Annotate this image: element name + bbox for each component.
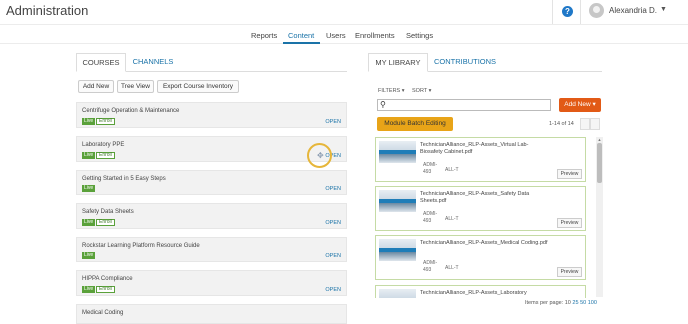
- scroll-up-icon[interactable]: ▲: [596, 137, 603, 142]
- chevron-down-icon[interactable]: ▼: [660, 6, 667, 13]
- result-range: 1-14 of 14: [549, 121, 574, 127]
- search-box: ⚲: [377, 99, 551, 111]
- items-per-page-25[interactable]: 25: [572, 300, 578, 306]
- course-title: Medical Coding: [82, 310, 124, 316]
- cursor-highlight: ✥: [307, 143, 332, 168]
- open-link[interactable]: OPEN: [325, 186, 341, 192]
- live-badge: Live: [82, 152, 96, 159]
- card-tag: ALL-T: [445, 265, 459, 271]
- card-tag: ALL-T: [445, 216, 459, 222]
- document-thumbnail: [379, 141, 416, 163]
- card-title: TechnicianAlliance_RLP-Assets_Laboratory: [420, 290, 527, 296]
- open-link[interactable]: OPEN: [325, 119, 341, 125]
- tab-my-library[interactable]: MY LIBRARY: [368, 53, 428, 72]
- nav-enrollments[interactable]: Enrollments: [355, 31, 395, 40]
- items-per-page-50[interactable]: 50: [580, 300, 586, 306]
- export-inventory-button[interactable]: Export Course Inventory: [157, 80, 239, 93]
- card-title: TechnicianAlliance_RLP-Assets_Safety Dat…: [420, 191, 530, 204]
- enroll-badge: Enroll: [96, 219, 115, 226]
- user-name[interactable]: Alexandria D.: [609, 6, 657, 15]
- search-icon: ⚲: [380, 100, 386, 109]
- library-add-new-button[interactable]: Add New ▾: [559, 98, 601, 112]
- main-nav: Reports Content Users Enrollments Settin…: [0, 24, 688, 44]
- open-link[interactable]: OPEN: [325, 287, 341, 293]
- course-item[interactable]: Getting Started in 5 Easy Steps Live OPE…: [76, 170, 347, 195]
- enroll-badge: Enroll: [96, 118, 115, 125]
- course-item[interactable]: HIPPA Compliance Live Enroll OPEN: [76, 270, 347, 296]
- card-title: TechnicianAlliance_RLP-Assets_Medical Co…: [420, 240, 548, 246]
- module-batch-editing-button[interactable]: Module Batch Editing: [377, 117, 453, 131]
- preview-button[interactable]: Preview: [557, 267, 582, 277]
- card-tag: ALL-T: [445, 167, 459, 173]
- course-item[interactable]: Medical Coding: [76, 304, 347, 324]
- live-badge: Live: [82, 219, 96, 226]
- preview-button[interactable]: Preview: [557, 218, 582, 228]
- live-badge: Live: [82, 118, 96, 125]
- open-link[interactable]: OPEN: [325, 220, 341, 226]
- card-owner: ADMI- 493: [423, 162, 438, 175]
- add-new-button[interactable]: Add New: [78, 80, 114, 93]
- pager-next-button[interactable]: [590, 118, 600, 130]
- filters-toggle[interactable]: FILTERS ▾: [378, 88, 405, 94]
- library-scrollbar[interactable]: ▲: [596, 137, 603, 297]
- course-item[interactable]: Safety Data Sheets Live Enroll OPEN: [76, 203, 347, 229]
- divider: [580, 0, 581, 24]
- document-thumbnail: [379, 190, 416, 212]
- nav-settings[interactable]: Settings: [406, 31, 433, 40]
- tab-courses[interactable]: COURSES: [76, 53, 126, 72]
- course-title: Getting Started in 5 Easy Steps: [82, 176, 166, 182]
- tab-channels[interactable]: CHANNELS: [128, 53, 178, 72]
- preview-button[interactable]: Preview: [557, 169, 582, 179]
- help-icon[interactable]: ?: [562, 6, 573, 17]
- nav-users[interactable]: Users: [326, 31, 346, 40]
- course-title: HIPPA Compliance: [82, 276, 133, 282]
- pager-prev-button[interactable]: [580, 118, 590, 130]
- sort-toggle[interactable]: SORT ▾: [412, 88, 431, 94]
- live-badge: Live: [82, 286, 96, 293]
- scroll-thumb[interactable]: [597, 143, 602, 183]
- nav-reports[interactable]: Reports: [251, 31, 277, 40]
- tree-view-button[interactable]: Tree View: [117, 80, 154, 93]
- live-badge: Live: [82, 185, 96, 192]
- app-title: Administration: [6, 3, 89, 18]
- nav-active-indicator: [283, 42, 320, 44]
- open-link[interactable]: OPEN: [325, 253, 341, 259]
- right-tabbar: MY LIBRARY CONTRIBUTIONS: [368, 53, 602, 72]
- course-title: Centrifuge Operation & Maintenance: [82, 108, 180, 114]
- library-card[interactable]: TechnicianAlliance_RLP-Assets_Laboratory: [375, 285, 586, 298]
- items-per-page-label: Items per page:: [525, 300, 564, 306]
- document-thumbnail: [379, 289, 416, 298]
- library-card[interactable]: TechnicianAlliance_RLP-Assets_Safety Dat…: [375, 186, 586, 231]
- items-per-page-100[interactable]: 100: [588, 300, 597, 306]
- library-card[interactable]: TechnicianAlliance_RLP-Assets_Medical Co…: [375, 235, 586, 280]
- divider: [552, 0, 553, 24]
- course-item[interactable]: Centrifuge Operation & Maintenance Live …: [76, 102, 347, 128]
- card-title: TechnicianAlliance_RLP-Assets_Virtual La…: [420, 142, 529, 155]
- avatar[interactable]: [589, 3, 604, 18]
- course-title: Rockstar Learning Platform Resource Guid…: [82, 243, 200, 249]
- move-icon: ✥: [317, 151, 324, 160]
- left-tabbar: COURSES CHANNELS: [76, 53, 347, 72]
- search-input[interactable]: [389, 100, 549, 110]
- card-owner: ADMI- 493: [423, 260, 438, 273]
- live-badge: Live: [82, 252, 96, 259]
- top-bar: Administration ? Alexandria D. ▼: [0, 0, 688, 24]
- course-title: Laboratory PPE: [82, 142, 125, 148]
- card-owner: ADMI- 493: [423, 211, 438, 224]
- enroll-badge: Enroll: [96, 286, 115, 293]
- course-title: Safety Data Sheets: [82, 209, 134, 215]
- items-per-page-10[interactable]: 10: [565, 300, 571, 306]
- items-per-page: Items per page: 10 25 50 100: [525, 300, 597, 306]
- tab-contributions[interactable]: CONTRIBUTIONS: [430, 53, 500, 72]
- library-card[interactable]: TechnicianAlliance_RLP-Assets_Virtual La…: [375, 137, 586, 182]
- nav-content[interactable]: Content: [288, 31, 314, 40]
- enroll-badge: Enroll: [96, 152, 115, 159]
- document-thumbnail: [379, 239, 416, 261]
- course-item[interactable]: Rockstar Learning Platform Resource Guid…: [76, 237, 347, 262]
